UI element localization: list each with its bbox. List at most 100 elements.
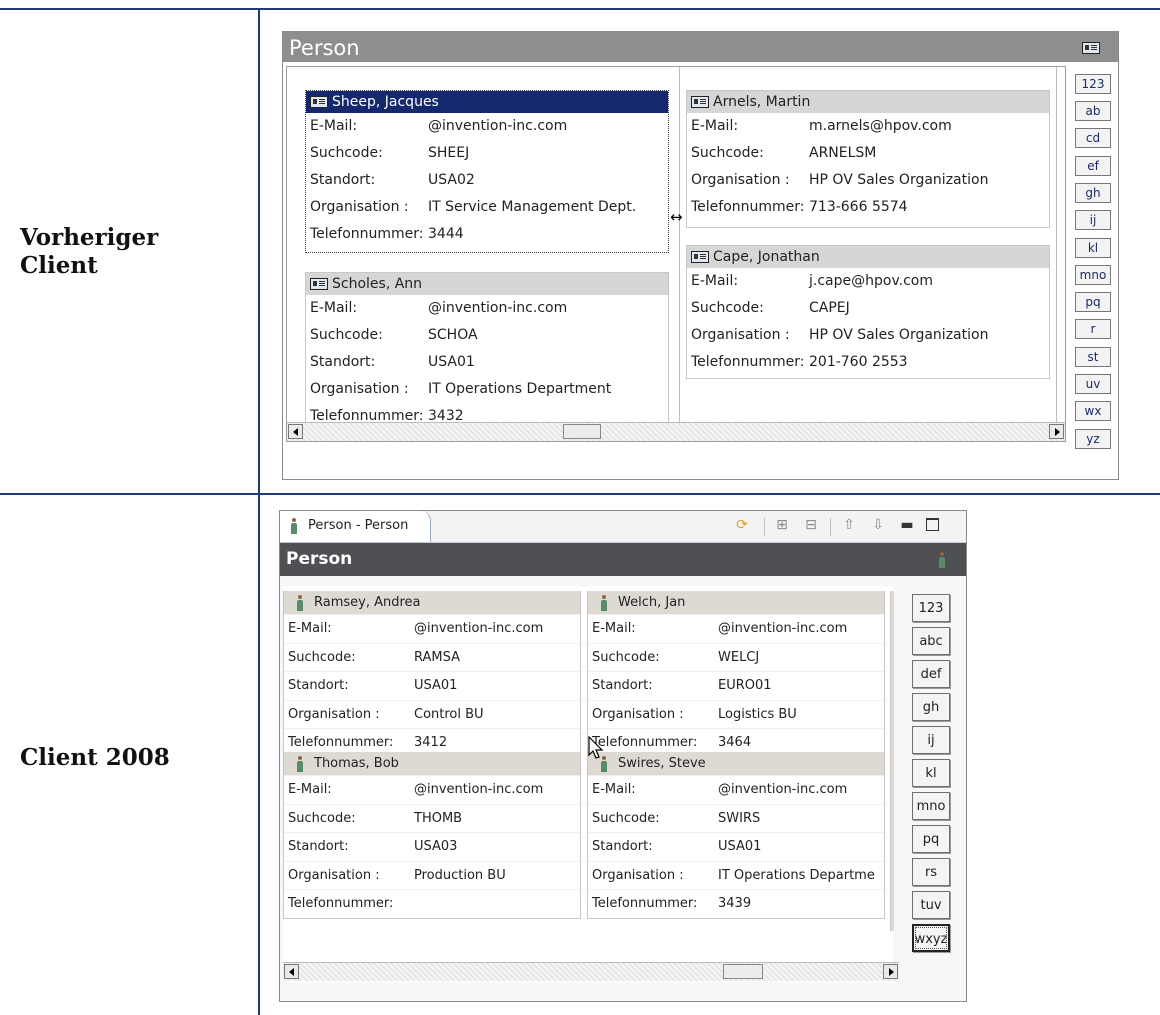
field-row: E-Mail: m.arnels@hpov.com: [691, 118, 952, 134]
index-button[interactable]: kl: [1075, 238, 1111, 258]
alphabet-index: 123 abc def gh ij kl mno pq rs tuv wxyz: [912, 594, 956, 974]
field-row: Suchcode: ARNELSM: [691, 145, 877, 161]
field-row: Standort: USA01: [588, 832, 884, 861]
maximize-icon[interactable]: [926, 518, 939, 531]
scroll-right-arrow-icon[interactable]: [1049, 424, 1064, 439]
index-button[interactable]: ef: [1075, 156, 1111, 176]
tab-person[interactable]: Person - Person: [280, 511, 431, 542]
field-row: Organisation : HP OV Sales Organization: [691, 172, 989, 188]
index-button[interactable]: def: [912, 660, 950, 688]
person-icon: [600, 595, 608, 611]
scroll-right-arrow-icon[interactable]: [883, 964, 898, 979]
field-row: Suchcode: RAMSA: [284, 642, 580, 672]
contact-card[interactable]: Welch, Jan E-Mail: @invention-inc.com Suc…: [587, 591, 885, 758]
index-button[interactable]: tuv: [912, 891, 950, 919]
contact-card-icon[interactable]: [1082, 42, 1100, 54]
sync-icon[interactable]: ⟳: [734, 517, 750, 533]
contact-card[interactable]: Ramsey, Andrea E-Mail: @invention-inc.com…: [283, 591, 581, 758]
panel-title: Person: [286, 549, 353, 569]
card-viewport: Ramsey, Andrea E-Mail: @invention-inc.com…: [283, 586, 899, 982]
contact-card[interactable]: Scholes, Ann E-Mail: @invention-inc.com S…: [305, 272, 669, 434]
column-divider[interactable]: [1056, 67, 1057, 423]
index-button[interactable]: kl: [912, 759, 950, 787]
index-button[interactable]: gh: [912, 693, 950, 721]
field-row: E-Mail: @invention-inc.com: [588, 614, 884, 643]
expand-all-icon[interactable]: ⊞: [774, 517, 790, 533]
field-row: Organisation : Production BU: [284, 860, 580, 890]
index-button[interactable]: pq: [1075, 292, 1111, 312]
contact-card[interactable]: Thomas, Bob E-Mail: @invention-inc.com Su…: [283, 752, 581, 919]
card-header[interactable]: Thomas, Bob: [284, 752, 580, 775]
horizontal-scrollbar[interactable]: [287, 422, 1065, 441]
field-row: Suchcode: WELCJ: [588, 642, 884, 672]
index-button[interactable]: mno: [912, 792, 950, 820]
mouse-pointer-icon: [588, 736, 604, 759]
index-button[interactable]: ij: [912, 726, 950, 754]
index-button[interactable]: rs: [912, 858, 950, 886]
person-icon: [296, 595, 304, 611]
field-row: Standort: EURO01: [588, 671, 884, 700]
row-label-previous-client: Vorheriger Client: [20, 224, 159, 279]
toolbar-separator: [764, 518, 765, 536]
minimize-icon[interactable]: ▬: [899, 517, 915, 533]
resize-cursor-icon: ↔: [670, 208, 683, 226]
client-2008-screenshot: Person - Person ⟳ ⊞ ⊟ ⇧ ⇩ ▬ Person Ramse…: [279, 510, 967, 1002]
index-button-active[interactable]: wxyz: [912, 924, 950, 952]
horizontal-scrollbar[interactable]: [283, 962, 899, 981]
index-button[interactable]: st: [1075, 347, 1111, 367]
clipped-card-edge: [890, 591, 894, 931]
index-button[interactable]: wx: [1075, 401, 1111, 421]
field-row: Organisation : IT Operations Departme: [588, 860, 884, 890]
field-row: Telefonnummer:: [284, 889, 580, 918]
index-button[interactable]: r: [1075, 319, 1111, 339]
scroll-thumb[interactable]: [563, 424, 601, 439]
index-button[interactable]: yz: [1075, 429, 1111, 449]
contact-card[interactable]: Sheep, Jacques E-Mail: @invention-inc.com…: [305, 90, 669, 253]
card-header[interactable]: Swires, Steve: [588, 752, 884, 775]
field-row: E-Mail: @invention-inc.com: [284, 775, 580, 804]
contact-card[interactable]: Arnels, Martin E-Mail: m.arnels@hpov.com …: [686, 90, 1050, 228]
scroll-left-arrow-icon[interactable]: [288, 424, 303, 439]
field-row: E-Mail: @invention-inc.com: [588, 775, 884, 804]
contact-card-icon: [691, 96, 709, 108]
card-header[interactable]: Sheep, Jacques: [306, 91, 668, 113]
index-button[interactable]: pq: [912, 825, 950, 853]
collapse-all-icon[interactable]: ⊟: [803, 517, 819, 533]
field-row: Suchcode: CAPEJ: [691, 300, 850, 316]
contact-card-icon: [310, 96, 328, 108]
index-button[interactable]: uv: [1075, 374, 1111, 394]
field-row: Telefonnummer: 713-666 5574: [691, 199, 908, 215]
contact-card[interactable]: Swires, Steve E-Mail: @invention-inc.com …: [587, 752, 885, 919]
scroll-left-arrow-icon[interactable]: [284, 964, 299, 979]
person-icon: [296, 756, 304, 772]
card-header[interactable]: Arnels, Martin: [687, 91, 1049, 113]
index-button[interactable]: ab: [1075, 101, 1111, 121]
index-button[interactable]: ij: [1075, 210, 1111, 230]
field-row: Telefonnummer: 201-760 2553: [691, 354, 908, 370]
card-header[interactable]: Scholes, Ann: [306, 273, 668, 295]
index-button[interactable]: abc: [912, 627, 950, 655]
table-middle-rule: [0, 493, 1160, 495]
field-row: Organisation : Logistics BU: [588, 699, 884, 729]
field-row: E-Mail: @invention-inc.com: [310, 118, 568, 134]
person-panel-header: Person: [283, 32, 1118, 62]
contact-card[interactable]: Cape, Jonathan E-Mail: j.cape@hpov.com Su…: [686, 245, 1050, 379]
move-down-icon[interactable]: ⇩: [870, 517, 886, 533]
field-row: E-Mail: @invention-inc.com: [284, 614, 580, 643]
card-header[interactable]: Welch, Jan: [588, 591, 884, 614]
index-button[interactable]: cd: [1075, 128, 1111, 148]
field-row: Organisation : HP OV Sales Organization: [691, 327, 989, 343]
column-divider[interactable]: [679, 67, 680, 423]
index-button[interactable]: gh: [1075, 183, 1111, 203]
field-row: Suchcode: SWIRS: [588, 803, 884, 833]
index-button[interactable]: 123: [1075, 74, 1111, 94]
card-viewport: Sheep, Jacques E-Mail: @invention-inc.com…: [286, 66, 1066, 442]
card-header[interactable]: Ramsey, Andrea: [284, 591, 580, 614]
index-button[interactable]: 123: [912, 594, 950, 622]
index-button[interactable]: mno: [1075, 265, 1111, 285]
move-up-icon[interactable]: ⇧: [841, 517, 857, 533]
field-row: Suchcode: SHEEJ: [310, 145, 470, 161]
scroll-thumb[interactable]: [723, 964, 763, 979]
card-header[interactable]: Cape, Jonathan: [687, 246, 1049, 268]
field-row: Standort: USA01: [310, 354, 475, 370]
